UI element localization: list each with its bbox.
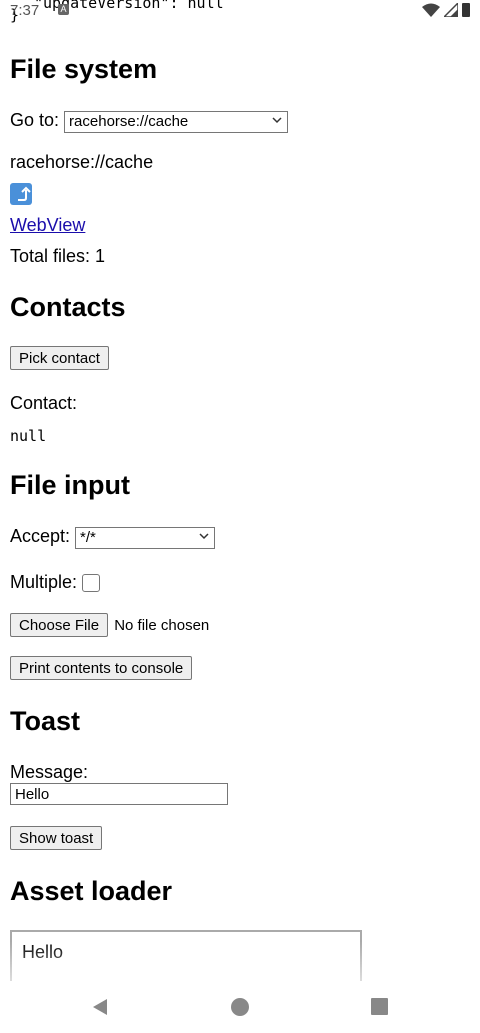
accept-row: Accept: */* bbox=[10, 526, 216, 549]
total-files: Total files: 1 bbox=[10, 246, 106, 266]
print-contents-button[interactable]: Print contents to console bbox=[10, 656, 193, 680]
goto-select-wrap[interactable]: racehorse://cache bbox=[64, 110, 289, 133]
no-file-chosen-text: No file chosen bbox=[114, 616, 210, 634]
back-icon[interactable] bbox=[91, 998, 109, 1016]
up-arrow-icon bbox=[10, 183, 32, 205]
goto-row: Go to: racehorse://cache bbox=[10, 110, 289, 133]
status-bar: 7:37 A bbox=[0, 0, 480, 22]
current-path: racehorse://cache bbox=[10, 152, 154, 172]
pick-contact-button[interactable]: Pick contact bbox=[10, 346, 109, 370]
notification-icon: A bbox=[58, 4, 69, 15]
status-icons bbox=[422, 3, 470, 17]
filesystem-heading: File system bbox=[10, 54, 158, 84]
toast-heading: Toast bbox=[10, 706, 81, 736]
asset-frame-text: Hello bbox=[22, 942, 64, 962]
file-input-heading: File input bbox=[10, 470, 130, 500]
battery-icon bbox=[462, 3, 470, 17]
webview-link[interactable]: WebView bbox=[10, 215, 85, 236]
multiple-checkbox[interactable] bbox=[82, 574, 101, 593]
goto-label: Go to: bbox=[10, 110, 60, 130]
home-icon[interactable] bbox=[231, 998, 249, 1016]
file-chooser-row: Choose File No file chosen bbox=[10, 613, 209, 637]
multiple-label: Multiple: bbox=[10, 572, 78, 592]
up-directory-button[interactable] bbox=[10, 183, 32, 210]
multiple-row: Multiple: bbox=[10, 572, 101, 593]
message-label: Message: bbox=[10, 762, 89, 782]
wifi-icon bbox=[422, 3, 440, 17]
accept-label: Accept: bbox=[10, 526, 71, 546]
asset-loader-heading: Asset loader bbox=[10, 876, 173, 906]
message-input[interactable] bbox=[10, 783, 228, 805]
contact-value: null bbox=[10, 427, 47, 445]
choose-file-button[interactable]: Choose File bbox=[10, 613, 109, 637]
navigation-bar bbox=[0, 981, 480, 1033]
accept-select[interactable]: */* bbox=[75, 526, 216, 549]
contacts-heading: Contacts bbox=[10, 292, 126, 322]
recent-apps-icon[interactable] bbox=[371, 998, 388, 1015]
accept-select-wrap[interactable]: */* bbox=[75, 526, 216, 549]
show-toast-button[interactable]: Show toast bbox=[10, 826, 103, 850]
status-time: 7:37 bbox=[10, 2, 40, 19]
goto-select[interactable]: racehorse://cache bbox=[64, 110, 289, 133]
signal-icon bbox=[444, 3, 458, 17]
contact-label: Contact: bbox=[10, 393, 78, 413]
